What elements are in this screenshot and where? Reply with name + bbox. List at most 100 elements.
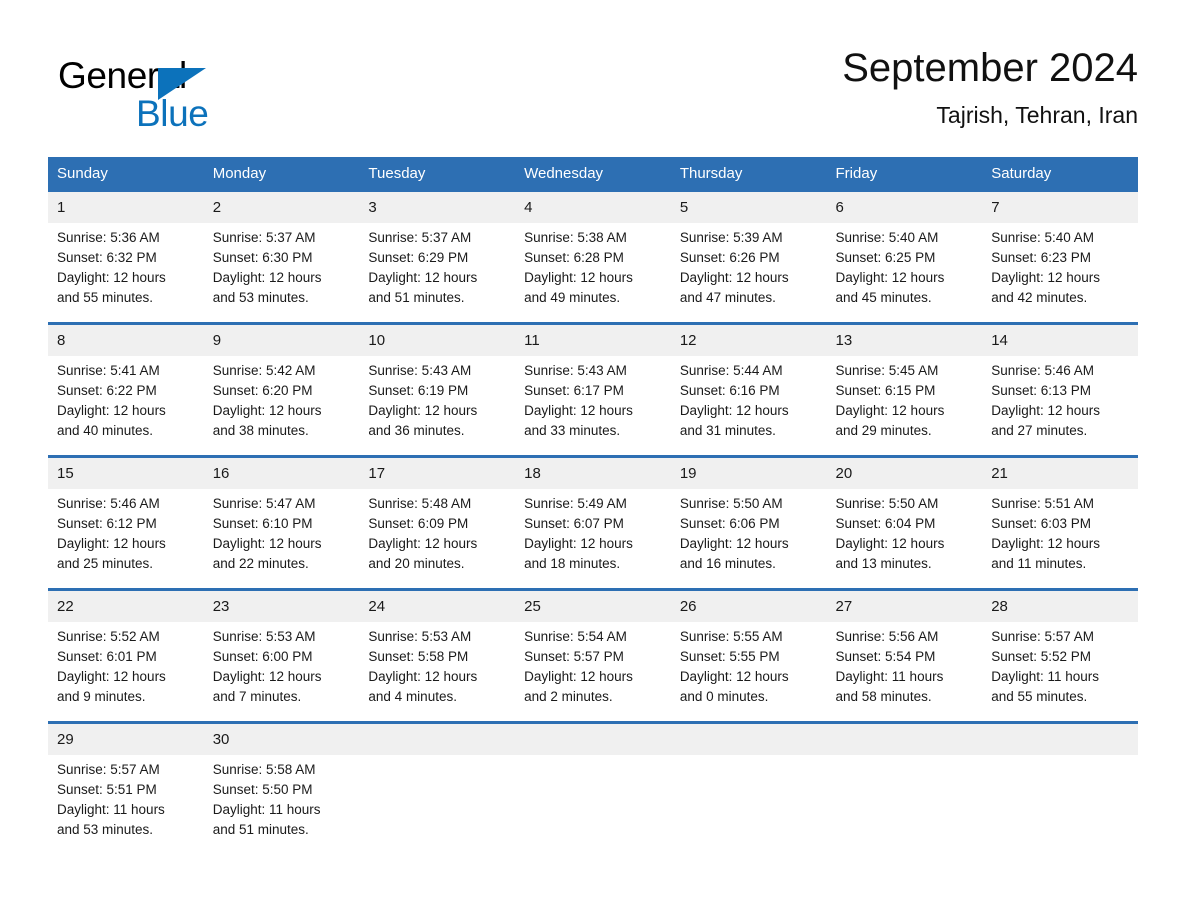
- weekday-header-wednesday: Wednesday: [515, 157, 671, 192]
- day-number[interactable]: 12: [670, 322, 827, 356]
- day-cell[interactable]: Sunrise: 5:50 AM Sunset: 6:04 PM Dayligh…: [826, 489, 983, 590]
- day-cell[interactable]: Sunrise: 5:36 AM Sunset: 6:32 PM Dayligh…: [48, 223, 204, 324]
- day-number[interactable]: 10: [359, 322, 516, 356]
- week-5-detail-row: Sunrise: 5:57 AM Sunset: 5:51 PM Dayligh…: [48, 755, 1138, 854]
- day-cell[interactable]: Sunrise: 5:51 AM Sunset: 6:03 PM Dayligh…: [982, 489, 1138, 590]
- day-number[interactable]: 25: [515, 588, 671, 622]
- empty-day-number: [359, 721, 516, 755]
- day-cell[interactable]: Sunrise: 5:58 AM Sunset: 5:50 PM Dayligh…: [203, 755, 360, 854]
- day-number[interactable]: 21: [982, 455, 1138, 489]
- day-number[interactable]: 1: [48, 192, 204, 223]
- empty-day-cell: [359, 755, 516, 854]
- day-cell[interactable]: Sunrise: 5:57 AM Sunset: 5:52 PM Dayligh…: [982, 622, 1138, 723]
- day-cell[interactable]: Sunrise: 5:37 AM Sunset: 6:30 PM Dayligh…: [203, 223, 360, 324]
- day-cell[interactable]: Sunrise: 5:41 AM Sunset: 6:22 PM Dayligh…: [48, 356, 204, 457]
- daylight-text-cont: and 51 minutes.: [368, 290, 465, 305]
- sunrise-text: Sunrise: 5:40 AM: [991, 230, 1095, 245]
- day-cell[interactable]: Sunrise: 5:45 AM Sunset: 6:15 PM Dayligh…: [826, 356, 983, 457]
- page-subtitle: Tajrish, Tehran, Iran: [936, 102, 1138, 128]
- day-number[interactable]: 23: [203, 588, 360, 622]
- day-number[interactable]: 18: [515, 455, 671, 489]
- calendar-header-row: Sunday Monday Tuesday Wednesday Thursday…: [48, 157, 1138, 192]
- day-number[interactable]: 3: [359, 192, 516, 223]
- day-cell[interactable]: Sunrise: 5:38 AM Sunset: 6:28 PM Dayligh…: [515, 223, 671, 324]
- day-number[interactable]: 24: [359, 588, 516, 622]
- day-number[interactable]: 27: [826, 588, 983, 622]
- day-number[interactable]: 16: [203, 455, 360, 489]
- daylight-text: Daylight: 12 hours: [991, 403, 1101, 418]
- day-cell[interactable]: Sunrise: 5:43 AM Sunset: 6:19 PM Dayligh…: [359, 356, 516, 457]
- day-cell[interactable]: Sunrise: 5:40 AM Sunset: 6:23 PM Dayligh…: [982, 223, 1138, 324]
- day-number[interactable]: 30: [203, 721, 360, 755]
- day-cell[interactable]: Sunrise: 5:52 AM Sunset: 6:01 PM Dayligh…: [48, 622, 204, 723]
- day-cell[interactable]: Sunrise: 5:56 AM Sunset: 5:54 PM Dayligh…: [826, 622, 983, 723]
- sunset-text: Sunset: 6:10 PM: [212, 516, 313, 531]
- daylight-text: Daylight: 12 hours: [57, 270, 166, 285]
- day-cell[interactable]: Sunrise: 5:37 AM Sunset: 6:29 PM Dayligh…: [359, 223, 516, 324]
- day-cell[interactable]: Sunrise: 5:54 AM Sunset: 5:57 PM Dayligh…: [515, 622, 671, 723]
- day-cell[interactable]: Sunrise: 5:55 AM Sunset: 5:55 PM Dayligh…: [670, 622, 827, 723]
- day-number[interactable]: 28: [982, 588, 1138, 622]
- day-number[interactable]: 8: [48, 322, 204, 356]
- sunrise-text: Sunrise: 5:54 AM: [524, 629, 627, 644]
- day-number[interactable]: 6: [826, 192, 983, 223]
- day-cell[interactable]: Sunrise: 5:47 AM Sunset: 6:10 PM Dayligh…: [203, 489, 360, 590]
- sunset-text: Sunset: 6:17 PM: [524, 383, 624, 398]
- daylight-text: Daylight: 12 hours: [679, 403, 789, 418]
- day-cell[interactable]: Sunrise: 5:39 AM Sunset: 6:26 PM Dayligh…: [670, 223, 827, 324]
- day-number[interactable]: 9: [203, 322, 360, 356]
- day-number[interactable]: 15: [48, 455, 204, 489]
- day-cell[interactable]: Sunrise: 5:48 AM Sunset: 6:09 PM Dayligh…: [359, 489, 516, 590]
- day-number[interactable]: 4: [515, 192, 671, 223]
- daylight-text-cont: and 25 minutes.: [57, 556, 154, 571]
- day-number[interactable]: 14: [982, 322, 1138, 356]
- day-number[interactable]: 22: [48, 588, 204, 622]
- daylight-text-cont: and 53 minutes.: [57, 822, 154, 837]
- day-number[interactable]: 29: [48, 721, 204, 755]
- day-cell[interactable]: Sunrise: 5:50 AM Sunset: 6:06 PM Dayligh…: [670, 489, 827, 590]
- day-cell[interactable]: Sunrise: 5:57 AM Sunset: 5:51 PM Dayligh…: [48, 755, 204, 854]
- day-cell[interactable]: Sunrise: 5:53 AM Sunset: 5:58 PM Dayligh…: [359, 622, 516, 723]
- sunrise-text: Sunrise: 5:44 AM: [679, 363, 783, 378]
- sunrise-text: Sunrise: 5:42 AM: [212, 363, 316, 378]
- sunset-text: Sunset: 6:12 PM: [57, 516, 157, 531]
- day-number[interactable]: 19: [670, 455, 827, 489]
- day-cell[interactable]: Sunrise: 5:44 AM Sunset: 6:16 PM Dayligh…: [670, 356, 827, 457]
- day-cell[interactable]: Sunrise: 5:42 AM Sunset: 6:20 PM Dayligh…: [203, 356, 360, 457]
- day-cell[interactable]: Sunrise: 5:46 AM Sunset: 6:12 PM Dayligh…: [48, 489, 204, 590]
- sunrise-text: Sunrise: 5:46 AM: [57, 496, 160, 511]
- day-number[interactable]: 20: [826, 455, 983, 489]
- sunset-text: Sunset: 6:16 PM: [679, 383, 780, 398]
- sunset-text: Sunset: 6:26 PM: [679, 250, 780, 265]
- sunset-text: Sunset: 5:57 PM: [524, 649, 624, 664]
- page-title: September 2024: [842, 46, 1138, 90]
- sunset-text: Sunset: 6:32 PM: [57, 250, 157, 265]
- day-cell[interactable]: Sunrise: 5:43 AM Sunset: 6:17 PM Dayligh…: [515, 356, 671, 457]
- daylight-text-cont: and 0 minutes.: [679, 689, 769, 704]
- logo-text-blue: Blue: [136, 93, 209, 134]
- sunrise-text: Sunrise: 5:37 AM: [368, 230, 472, 245]
- day-number[interactable]: 11: [515, 322, 671, 356]
- day-number[interactable]: 5: [670, 192, 827, 223]
- daylight-text: Daylight: 12 hours: [835, 270, 945, 285]
- daylight-text: Daylight: 12 hours: [368, 270, 478, 285]
- title-block: September 2024 Tajrish, Tehran, Iran: [842, 40, 1138, 132]
- month-calendar-table: Sunday Monday Tuesday Wednesday Thursday…: [48, 157, 1138, 854]
- daylight-text-cont: and 49 minutes.: [524, 290, 621, 305]
- day-number[interactable]: 17: [359, 455, 516, 489]
- day-cell[interactable]: Sunrise: 5:46 AM Sunset: 6:13 PM Dayligh…: [982, 356, 1138, 457]
- daylight-text: Daylight: 11 hours: [212, 802, 321, 817]
- day-number[interactable]: 26: [670, 588, 827, 622]
- day-cell[interactable]: Sunrise: 5:40 AM Sunset: 6:25 PM Dayligh…: [826, 223, 983, 324]
- day-cell[interactable]: Sunrise: 5:53 AM Sunset: 6:00 PM Dayligh…: [203, 622, 360, 723]
- day-cell[interactable]: Sunrise: 5:49 AM Sunset: 6:07 PM Dayligh…: [515, 489, 671, 590]
- day-number[interactable]: 7: [982, 192, 1138, 223]
- day-number[interactable]: 2: [203, 192, 360, 223]
- empty-day-number: [982, 721, 1138, 755]
- day-number[interactable]: 13: [826, 322, 983, 356]
- empty-day-cell: [515, 755, 671, 854]
- sunrise-text: Sunrise: 5:57 AM: [57, 762, 160, 777]
- sunrise-text: Sunrise: 5:58 AM: [212, 762, 316, 777]
- sunrise-text: Sunrise: 5:50 AM: [679, 496, 783, 511]
- daylight-text: Daylight: 12 hours: [835, 403, 945, 418]
